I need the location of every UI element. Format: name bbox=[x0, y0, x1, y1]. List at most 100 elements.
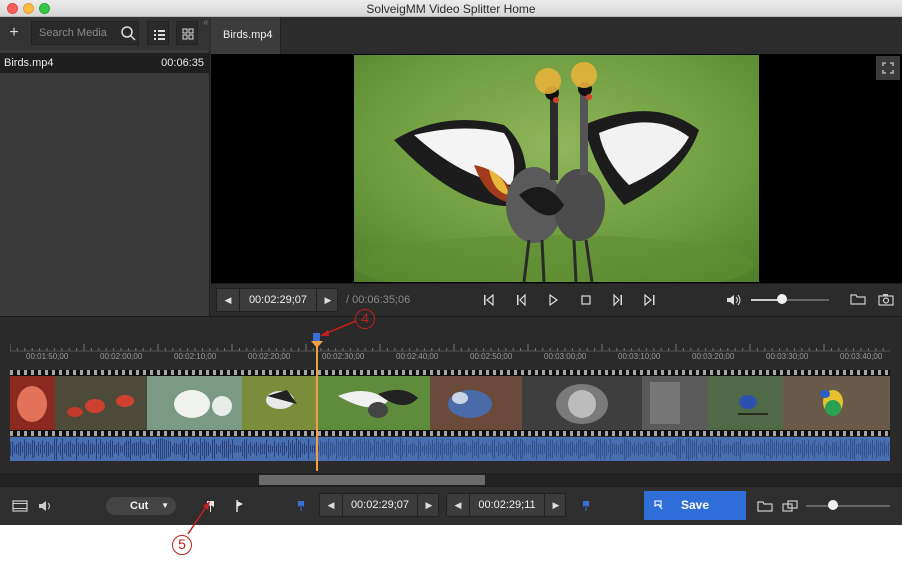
filmstrip-toggle-button[interactable] bbox=[11, 498, 29, 514]
waveform-bar bbox=[512, 440, 513, 458]
turkey-thumb bbox=[522, 376, 642, 430]
step-back-button[interactable] bbox=[479, 291, 499, 309]
edit-mode-select[interactable]: Cut ▼ bbox=[106, 497, 176, 515]
output-folder-button[interactable] bbox=[756, 498, 774, 514]
waveform-bar bbox=[160, 438, 161, 460]
marker-out-time[interactable]: 00:02:29;11 bbox=[469, 494, 545, 516]
fullscreen-button[interactable] bbox=[876, 56, 900, 80]
waveform-bar bbox=[812, 442, 813, 456]
audio-track[interactable] bbox=[10, 437, 890, 461]
snapshot-button[interactable] bbox=[877, 291, 895, 307]
waveform-bar bbox=[474, 442, 475, 456]
playhead[interactable] bbox=[316, 345, 318, 471]
current-time-display[interactable]: 00:02:29;07 bbox=[239, 289, 317, 311]
prev-marker-button[interactable] bbox=[292, 498, 310, 514]
waveform-bar bbox=[704, 445, 705, 453]
timeline[interactable]: 00:01:50;00 00:02:00;00 00:02:10;00 00:02:2… bbox=[0, 309, 902, 487]
waveform-bar bbox=[438, 441, 439, 457]
waveform-bar bbox=[364, 438, 365, 460]
play-button[interactable] bbox=[543, 291, 563, 309]
waveform-bar bbox=[526, 445, 527, 453]
waveform-bar bbox=[232, 439, 233, 459]
add-media-button[interactable]: + bbox=[4, 23, 24, 43]
add-marker-out-button[interactable] bbox=[230, 498, 248, 514]
list-view-button[interactable] bbox=[147, 21, 169, 45]
plus-icon: + bbox=[9, 24, 19, 41]
waveform-bar bbox=[714, 441, 715, 457]
waveform-bar bbox=[542, 443, 543, 455]
timeline-zoom-knob[interactable] bbox=[828, 500, 838, 510]
waveform-bar bbox=[150, 440, 151, 458]
waveform-bar bbox=[802, 439, 803, 459]
waveform-bar bbox=[362, 441, 363, 457]
marker-in-back-button[interactable]: ◀ bbox=[320, 494, 342, 516]
waveform-bar bbox=[414, 443, 415, 455]
collapse-panel-icon[interactable]: « bbox=[203, 17, 209, 28]
waveform-bar bbox=[42, 440, 43, 458]
frame-back-button[interactable] bbox=[511, 291, 531, 309]
open-folder-button[interactable] bbox=[849, 291, 867, 307]
waveform-bar bbox=[126, 440, 127, 458]
waveform-bar bbox=[658, 445, 659, 453]
video-track[interactable] bbox=[10, 370, 890, 436]
marker-in-forward-button[interactable]: ▶ bbox=[418, 494, 440, 516]
bottom-toolbar: Cut ▼ ◀ 00:02:29;07 ▶ ◀ 00:02:29;11 ▶ Sa… bbox=[0, 486, 902, 525]
waveform-bar bbox=[870, 442, 871, 456]
waveform-bar bbox=[182, 440, 183, 458]
time-back-button[interactable]: ◀ bbox=[217, 289, 239, 311]
waveform-bar bbox=[794, 445, 795, 453]
waveform-bar bbox=[712, 438, 713, 460]
media-list-item[interactable]: Birds.mp4 00:06:35 bbox=[0, 53, 210, 73]
audio-toggle-button[interactable] bbox=[37, 498, 55, 514]
waveform-bar bbox=[608, 445, 609, 453]
stork-thumb bbox=[242, 376, 316, 430]
marker-out-forward-button[interactable]: ▶ bbox=[545, 494, 567, 516]
total-duration: / 00:06:35;06 bbox=[346, 294, 411, 306]
marker-out-back-button[interactable]: ◀ bbox=[447, 494, 469, 516]
time-forward-button[interactable]: ▶ bbox=[317, 289, 339, 311]
waveform-bar bbox=[206, 441, 207, 457]
video-frame bbox=[354, 55, 759, 282]
volume-button[interactable] bbox=[725, 292, 743, 308]
waveform-bar bbox=[778, 442, 779, 456]
waveform-bar bbox=[520, 438, 521, 460]
volume-knob[interactable] bbox=[777, 294, 788, 304]
tab-birds[interactable]: Birds.mp4 bbox=[211, 17, 281, 54]
waveform-bar bbox=[690, 439, 691, 459]
waveform-bar bbox=[392, 440, 393, 458]
waveform-bar bbox=[764, 439, 765, 459]
waveform-bar bbox=[736, 441, 737, 457]
waveform-bar bbox=[36, 445, 37, 453]
time-ruler[interactable]: 00:01:50;00 00:02:00;00 00:02:10;00 00:02:2… bbox=[10, 344, 890, 362]
thumbnail-flamingo bbox=[10, 376, 55, 430]
stop-button[interactable] bbox=[576, 291, 596, 309]
video-preview[interactable] bbox=[211, 54, 902, 283]
ruler-tick-label: 00:02:10;00 bbox=[174, 352, 217, 361]
waveform-bar bbox=[256, 442, 257, 456]
waveform-bar bbox=[190, 445, 191, 453]
waveform-bar bbox=[198, 445, 199, 453]
waveform-bar bbox=[636, 444, 637, 454]
waveform-bar bbox=[212, 439, 213, 459]
marker-in-time[interactable]: 00:02:29;07 bbox=[342, 494, 418, 516]
step-forward-button[interactable] bbox=[640, 291, 660, 309]
timeline-zoom-slider[interactable] bbox=[806, 505, 890, 507]
search-button[interactable] bbox=[117, 21, 139, 45]
timeline-scroll-thumb[interactable] bbox=[259, 475, 485, 485]
window-mode-button[interactable] bbox=[781, 498, 799, 514]
save-button[interactable]: Save bbox=[644, 491, 746, 520]
timeline-scrollbar[interactable] bbox=[0, 473, 902, 487]
annotation-callout-5: 5 bbox=[172, 535, 192, 555]
waveform-bar bbox=[252, 445, 253, 453]
waveform-bar bbox=[272, 445, 273, 453]
bluebird-thumb bbox=[708, 376, 783, 430]
next-marker-button[interactable] bbox=[577, 498, 595, 514]
media-item-name: Birds.mp4 bbox=[4, 57, 54, 69]
grid-view-button[interactable] bbox=[176, 21, 198, 45]
waveform-bar bbox=[634, 442, 635, 456]
waveform-bar bbox=[404, 444, 405, 454]
waveform-bar bbox=[486, 442, 487, 456]
frame-forward-button[interactable] bbox=[608, 291, 628, 309]
waveform-bar bbox=[552, 440, 553, 458]
volume-slider[interactable] bbox=[751, 299, 829, 301]
